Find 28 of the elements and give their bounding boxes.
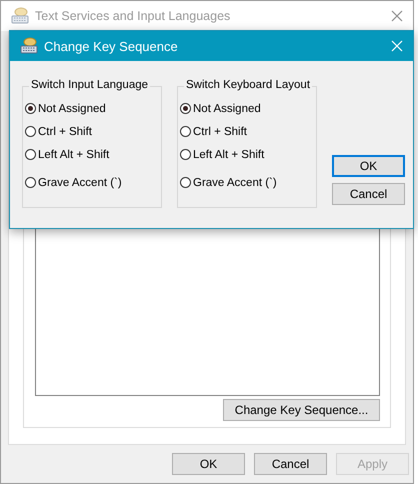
radio-label[interactable]: Left Alt + Shift: [38, 148, 110, 160]
group-label: Switch Input Language: [29, 79, 150, 91]
radio-label[interactable]: Ctrl + Shift: [38, 126, 92, 138]
close-icon[interactable]: [391, 10, 403, 22]
radio-label[interactable]: Grave Accent (`): [38, 176, 122, 188]
dialog-title: Change Key Sequence: [44, 38, 178, 54]
change-key-sequence-button[interactable]: Change Key Sequence...: [223, 399, 380, 421]
radio-label[interactable]: Not Assigned: [38, 102, 106, 114]
group-label: Switch Keyboard Layout: [184, 79, 312, 91]
radio-button[interactable]: [25, 149, 36, 160]
radio-button[interactable]: [180, 177, 191, 188]
keyboard-icon: [11, 7, 29, 25]
radio-label[interactable]: Left Alt + Shift: [193, 148, 264, 160]
radio-button[interactable]: [180, 126, 191, 137]
dialog-button[interactable]: OK: [332, 155, 405, 177]
radio-button[interactable]: [25, 177, 36, 188]
window-title: Text Services and Input Languages: [35, 9, 230, 23]
radio-button[interactable]: [180, 149, 191, 160]
dialog-button[interactable]: Cancel: [332, 183, 405, 205]
radio-label[interactable]: Not Assigned: [193, 102, 261, 114]
radio-button[interactable]: [180, 103, 191, 114]
dialog-button[interactable]: Cancel: [254, 453, 327, 475]
radio-button[interactable]: [25, 103, 36, 114]
dialog-button[interactable]: OK: [172, 453, 245, 475]
radio-label[interactable]: Ctrl + Shift: [193, 126, 248, 138]
keyboard-icon: [20, 37, 38, 55]
radio-button[interactable]: [25, 126, 36, 137]
radio-label[interactable]: Grave Accent (`): [193, 176, 277, 188]
